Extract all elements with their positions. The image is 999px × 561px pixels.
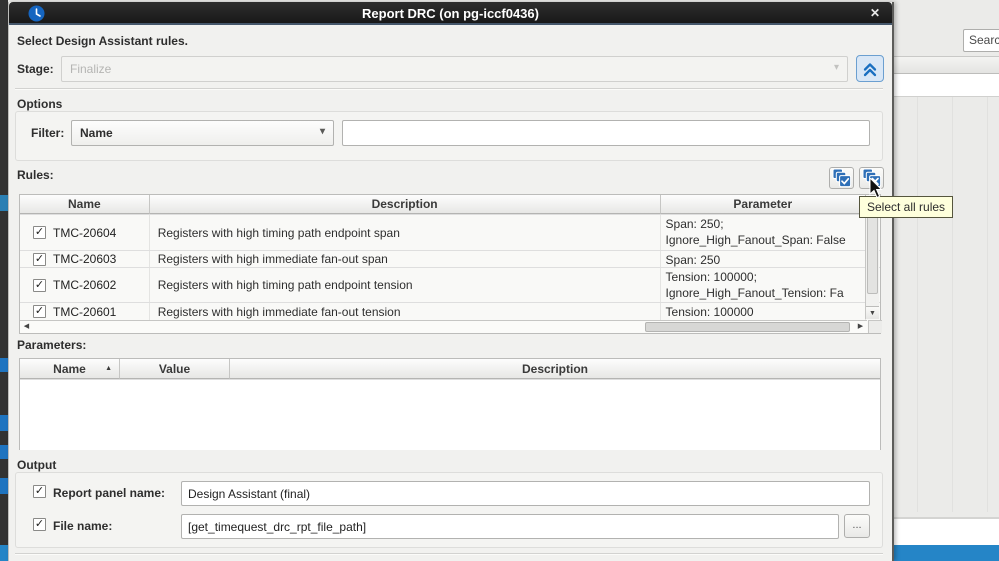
strip-segment	[0, 358, 8, 372]
stage-dropdown[interactable]: Finalize ▾	[61, 56, 848, 82]
rules-table-header: Name Description Parameter	[20, 195, 880, 215]
intro-text: Select Design Assistant rules.	[17, 34, 188, 48]
background-column-line	[917, 97, 918, 512]
rule-parameter-line: Ignore_High_Fanout_Tension: Fa	[665, 286, 844, 300]
rule-description: Registers with high immediate fan-out sp…	[150, 251, 661, 267]
column-header-description[interactable]: Description	[230, 359, 880, 379]
table-row[interactable]: ✓ TMC-20602 Registers with high timing p…	[20, 268, 880, 303]
chevron-down-icon: ▾	[833, 62, 839, 73]
divider	[15, 553, 883, 555]
report-panel-checkbox[interactable]: ✓	[33, 485, 46, 498]
column-header-value[interactable]: Value	[120, 359, 230, 379]
select-all-rules-icon	[832, 168, 851, 188]
rule-checkbox[interactable]: ✓	[33, 278, 46, 292]
select-all-rules-button[interactable]	[829, 167, 854, 189]
filter-type-value: Name	[80, 126, 113, 140]
dialog-titlebar[interactable]: Report DRC (on pg-iccf0436) ✕	[9, 2, 892, 25]
table-row[interactable]: ✓ TMC-20604 Registers with high timing p…	[20, 215, 880, 251]
strip-segment	[0, 415, 8, 431]
dialog-title: Report DRC (on pg-iccf0436)	[362, 6, 539, 21]
parameters-table: Name ▲ Value Description	[19, 358, 881, 450]
report-drc-dialog: Report DRC (on pg-iccf0436) ✕ Select Des…	[8, 2, 894, 561]
filter-query-input[interactable]	[342, 120, 870, 146]
strip-segment	[0, 445, 8, 459]
vertical-scrollbar[interactable]: ▼	[865, 215, 879, 319]
rule-name: TMC-20602	[53, 278, 117, 292]
double-chevron-up-icon	[863, 62, 877, 76]
output-section-label: Output	[17, 458, 57, 472]
parameters-table-header: Name ▲ Value Description	[20, 359, 880, 380]
table-row[interactable]: ✓ TMC-20601 Registers with high immediat…	[20, 303, 880, 320]
rule-parameter-line: Ignore_High_Fanout_Span: False	[665, 233, 846, 247]
vertical-scrollbar-thumb[interactable]	[867, 216, 878, 294]
background-table-header	[893, 74, 999, 97]
rule-checkbox[interactable]: ✓	[33, 252, 46, 266]
rule-description: Registers with high timing path endpoint…	[150, 215, 661, 250]
scroll-left-icon[interactable]: ◀	[20, 321, 33, 333]
rule-name: TMC-20604	[53, 225, 117, 240]
strip-segment	[0, 195, 8, 211]
column-header-name[interactable]: Name	[20, 195, 150, 214]
rule-checkbox[interactable]: ✓	[33, 305, 46, 318]
report-panel-name-input[interactable]	[181, 481, 870, 506]
sort-ascending-icon[interactable]: ▲	[105, 365, 112, 372]
rules-table: Name Description Parameter ✓ TMC-20604 R…	[19, 194, 882, 334]
rule-name: TMC-20601	[53, 304, 117, 319]
browse-button[interactable]: ...	[844, 514, 870, 538]
filter-type-dropdown[interactable]: Name ▾	[71, 120, 334, 146]
background-left-strip	[0, 0, 8, 561]
filter-label: Filter:	[31, 126, 65, 140]
chevron-down-icon: ▾	[319, 126, 325, 137]
strip-segment	[0, 545, 8, 561]
rule-description: Registers with high timing path endpoint…	[150, 268, 661, 302]
rule-checkbox[interactable]: ✓	[33, 226, 46, 239]
search-input[interactable]: Searc	[963, 29, 999, 52]
file-name-label: File name:	[53, 519, 113, 533]
rule-name: TMC-20603	[53, 252, 117, 266]
rule-parameter: Span: 250	[661, 251, 867, 267]
parameters-table-body	[20, 380, 880, 450]
file-name-input[interactable]	[181, 514, 839, 539]
collapse-dialog-button[interactable]	[856, 55, 884, 82]
column-header-label: Name	[53, 362, 86, 376]
options-section-label: Options	[17, 97, 63, 111]
table-row[interactable]: ✓ TMC-20603 Registers with high immediat…	[20, 251, 880, 268]
rule-parameter: Tension: 100000; Ignore_High_Fanout_Tens…	[661, 268, 867, 302]
rule-parameter: Tension: 100000	[661, 303, 867, 320]
horizontal-scrollbar-thumb[interactable]	[645, 322, 850, 332]
rule-description: Registers with high immediate fan-out te…	[150, 303, 661, 320]
column-header-description[interactable]: Description	[149, 195, 661, 214]
rule-parameter: Span: 250; Ignore_High_Fanout_Span: Fals…	[661, 215, 867, 250]
stage-value: Finalize	[70, 62, 112, 76]
horizontal-scrollbar[interactable]: ◀ ▶	[20, 320, 882, 333]
report-panel-label: Report panel name:	[53, 486, 166, 500]
scroll-right-icon[interactable]: ▶	[854, 321, 867, 333]
stage-label: Stage:	[17, 62, 54, 76]
background-status-bar	[893, 545, 999, 561]
mouse-cursor-icon	[869, 178, 883, 199]
rules-section-label: Rules:	[17, 168, 54, 182]
parameters-section-label: Parameters:	[17, 338, 87, 352]
background-column-line	[987, 97, 988, 512]
file-name-checkbox[interactable]: ✓	[33, 518, 46, 531]
background-column-line	[952, 97, 953, 512]
rule-parameter-line: Span: 250;	[665, 217, 724, 231]
column-header-name[interactable]: Name ▲	[20, 359, 120, 379]
column-header-parameter[interactable]: Parameter	[660, 195, 867, 214]
divider	[15, 88, 883, 90]
close-icon[interactable]: ✕	[867, 5, 883, 21]
scrollbar-corner	[868, 320, 882, 333]
background-white-band	[893, 517, 999, 545]
strip-segment	[0, 478, 8, 494]
rule-parameter-line: Tension: 100000;	[665, 270, 757, 284]
screen: Searc Report DRC (on pg-iccf0436) ✕ Sele…	[0, 0, 999, 561]
background-toolbar	[893, 56, 999, 74]
scroll-down-icon[interactable]: ▼	[866, 306, 879, 319]
